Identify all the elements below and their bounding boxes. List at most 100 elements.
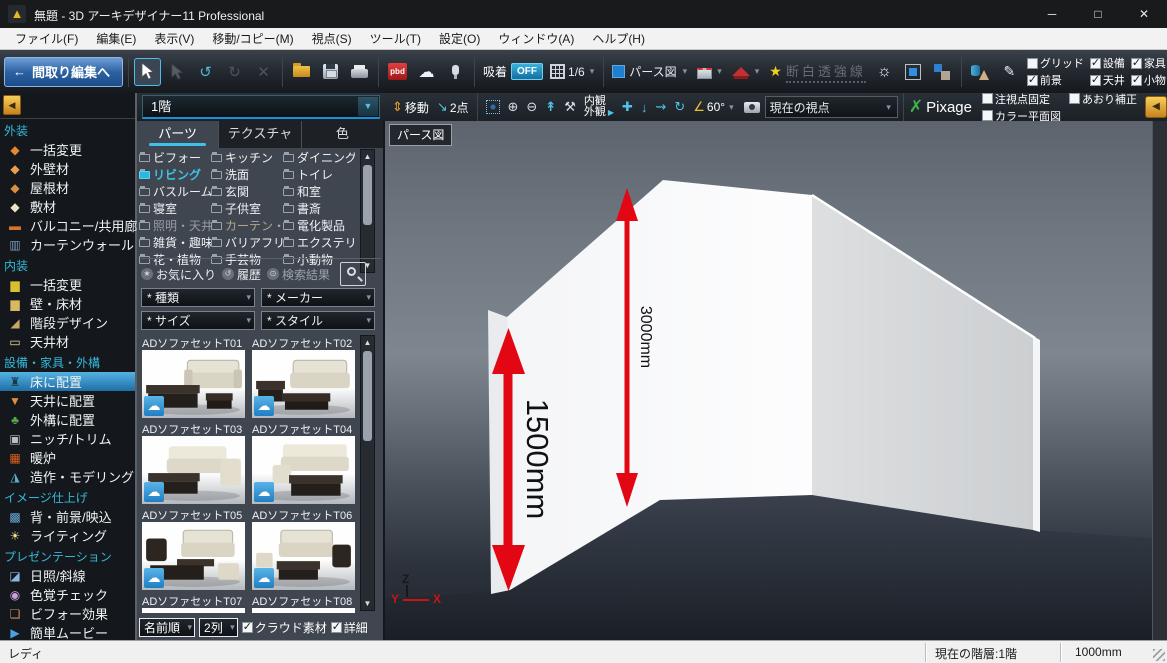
toggle-small-items[interactable]: 小物	[1131, 72, 1166, 88]
category-study[interactable]: 書斎	[283, 200, 355, 217]
search-button[interactable]	[340, 262, 366, 286]
menu-edit[interactable]: 編集(E)	[87, 28, 145, 49]
sidebar-item-interior-batch[interactable]: ▆一括変更	[0, 275, 135, 294]
parts-item[interactable]: ADソファセットT04 ☁	[252, 421, 357, 507]
move-camera-button[interactable]: ⇕移動	[389, 95, 432, 119]
sidebar-item-place-on-floor[interactable]: ♜床に配置	[0, 372, 135, 391]
view-settings-button[interactable]: ⚒	[561, 95, 579, 119]
display-style-dropdown[interactable]: ▾	[694, 58, 727, 86]
voice-input-button[interactable]	[442, 58, 469, 86]
brightness-button[interactable]: ☼	[871, 58, 898, 86]
category-bathroom[interactable]: バスルーム	[139, 183, 211, 200]
category-bedroom[interactable]: 寝室	[139, 200, 211, 217]
look-down-button[interactable]: ↓	[638, 95, 651, 119]
pixage-button[interactable]: ✗ Pixage	[909, 97, 972, 117]
resize-grip[interactable]	[1153, 649, 1165, 661]
layout-view-button[interactable]	[929, 58, 956, 86]
zoom-in-button[interactable]: ⊕	[505, 95, 522, 119]
toggle-keystone-correction[interactable]: あおり補正	[1069, 93, 1137, 107]
parts-item[interactable]: ADソファセットT06 ☁	[252, 507, 357, 593]
menu-settings[interactable]: 設定(O)	[430, 28, 489, 49]
sidebar-item-stairs[interactable]: ◢階段デザイン	[0, 313, 135, 332]
sidebar-item-roofing[interactable]: ◆屋根材	[0, 178, 135, 197]
sidebar-item-exterior-wall[interactable]: ◆外壁材	[0, 159, 135, 178]
selection-frame-button[interactable]	[900, 58, 927, 86]
tab-parts[interactable]: パーツ	[137, 121, 219, 148]
category-curtain-rug[interactable]: カーテン・ラグ	[211, 217, 283, 234]
snap-toggle[interactable]: 吸着 OFF	[480, 63, 546, 80]
items-scrollbar[interactable]: ▲ ▼	[360, 335, 375, 611]
pbd-export-button[interactable]: pbd	[384, 58, 411, 86]
sidebar-item-ceiling-material[interactable]: ▭天井材	[0, 332, 135, 351]
filter-maker-dropdown[interactable]: * メーカー	[261, 288, 375, 307]
menu-file[interactable]: ファイル(F)	[6, 28, 87, 49]
menu-window[interactable]: ウィンドウ(A)	[489, 28, 583, 49]
cloud-upload-button[interactable]: ☁	[413, 58, 440, 86]
category-before[interactable]: ビフォー	[139, 149, 211, 166]
item-thumbnail[interactable]	[252, 608, 355, 613]
item-thumbnail[interactable]: ☁	[252, 436, 355, 504]
select-tool-button[interactable]	[134, 58, 161, 86]
category-entrance[interactable]: 玄関	[211, 183, 283, 200]
roof-display-dropdown[interactable]: ▾	[729, 58, 765, 86]
item-thumbnail[interactable]: ☁	[142, 350, 245, 418]
collapse-sidebar-button[interactable]: ◀	[3, 95, 21, 115]
category-scrollbar[interactable]: ▲ ▼	[360, 149, 375, 273]
menu-viewpoint[interactable]: 視点(S)	[303, 28, 361, 49]
sidebar-item-exterior-batch[interactable]: ◆一括変更	[0, 140, 135, 159]
orbit-button[interactable]: ↻	[671, 95, 688, 119]
category-goods-hobby[interactable]: 雑貨・趣味	[139, 234, 211, 251]
category-kids-room[interactable]: 子供室	[211, 200, 283, 217]
view-angle-dropdown[interactable]: ∠60°▾	[690, 95, 738, 119]
view-mode-dropdown[interactable]: パース図 ▾	[609, 58, 692, 86]
back-to-floorplan-button[interactable]: ← 間取り編集へ	[4, 57, 123, 87]
delete-button[interactable]: ✕	[250, 58, 277, 86]
toggle-ceiling[interactable]: 天井	[1090, 72, 1125, 88]
toggle-cloud-material[interactable]: クラウド素材	[242, 619, 327, 636]
floor-select-dropdown[interactable]: 1階 ▼	[142, 95, 380, 119]
sidebar-item-sunlight[interactable]: ◪日照/斜線	[0, 566, 135, 585]
columns-dropdown[interactable]: 2列	[199, 618, 238, 637]
close-button[interactable]: ✕	[1121, 0, 1167, 28]
item-thumbnail[interactable]: ☁	[142, 522, 245, 590]
render-line-modes[interactable]: ★ 断白透強線	[766, 61, 869, 83]
sidebar-item-balcony[interactable]: ▬バルコニー/共用廊下	[0, 216, 135, 235]
two-point-button[interactable]: ↘2点	[434, 95, 472, 119]
toggle-foreground[interactable]: 前景	[1027, 72, 1084, 88]
3d-viewport[interactable]: 1500mm 3000mm パース図 Z Y X	[385, 121, 1152, 640]
sidebar-item-place-on-ceiling[interactable]: ▼天井に配置	[0, 391, 135, 410]
sidebar-item-wall-floor[interactable]: ▆壁・床材	[0, 294, 135, 313]
toggle-fixed-lookat[interactable]: 注視点固定	[982, 93, 1061, 107]
parts-item[interactable]: ADソファセットT02 ☁	[252, 335, 357, 421]
parts-item[interactable]: ADソファセットT01 ☁	[142, 335, 247, 421]
filter-style-dropdown[interactable]: * スタイル	[261, 311, 375, 330]
parts-item[interactable]: ADソファセットT03 ☁	[142, 421, 247, 507]
interior-exterior-toggle[interactable]: 内観 外観▶	[581, 95, 617, 119]
menu-tools[interactable]: ツール(T)	[361, 28, 430, 49]
toggle-detail[interactable]: 詳細	[331, 619, 368, 636]
parts-item[interactable]: ADソファセットT05 ☁	[142, 507, 247, 593]
open-file-button[interactable]	[288, 58, 315, 86]
sidebar-item-place-exterior[interactable]: ♣外構に配置	[0, 410, 135, 429]
item-thumbnail[interactable]	[142, 608, 245, 613]
undo-button[interactable]: ↺	[192, 58, 219, 86]
snapshot-button[interactable]	[741, 95, 763, 119]
category-kitchen[interactable]: キッチン	[211, 149, 283, 166]
scrollbar-thumb[interactable]	[363, 351, 372, 441]
toggle-grid[interactable]: グリッド	[1027, 55, 1084, 71]
scrollbar-thumb[interactable]	[363, 165, 372, 225]
toggle-furniture[interactable]: 家具	[1131, 55, 1166, 71]
menu-view[interactable]: 表示(V)	[145, 28, 203, 49]
search-results-tab[interactable]: ⊙検索結果	[267, 266, 330, 283]
viewpoint-dropdown[interactable]: 現在の視点 ▾	[765, 96, 898, 118]
zoom-out-button[interactable]: ⊖	[523, 95, 540, 119]
favorites-tab[interactable]: ★お気に入り	[141, 266, 216, 283]
walkthrough-button[interactable]: ⇝	[652, 95, 669, 119]
sidebar-item-niche-trim[interactable]: ▣ニッチ/トリム	[0, 429, 135, 448]
parts-item[interactable]: ADソファセットT08	[252, 593, 357, 613]
tab-color[interactable]: 色	[302, 121, 383, 148]
category-appliances[interactable]: 電化製品	[283, 217, 355, 234]
sidebar-item-before-effect[interactable]: ❏ビフォー効果	[0, 604, 135, 623]
scroll-down-icon[interactable]: ▼	[361, 597, 374, 610]
sidebar-item-modeling[interactable]: ◮造作・モデリング	[0, 467, 135, 486]
